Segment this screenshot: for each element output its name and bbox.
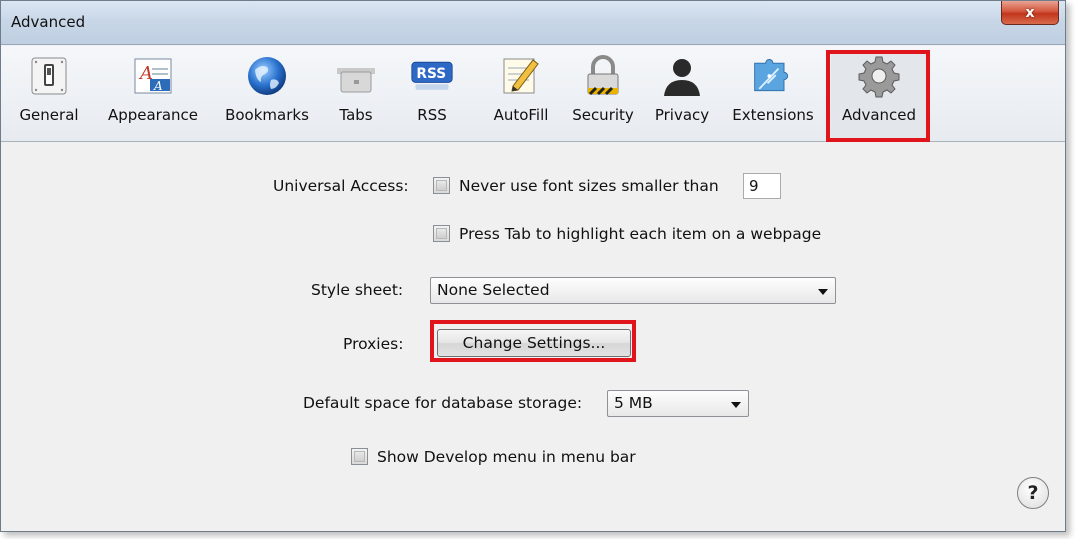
proxies-label: Proxies: [343,335,404,353]
svg-text:RSS: RSS [416,66,446,82]
database-storage-selected-value: 5 MB [614,394,653,412]
tabs-icon [334,54,378,98]
pencil-notepad-icon [499,54,543,98]
tab-privacy[interactable]: Privacy [647,50,717,138]
change-settings-highlight [430,320,636,362]
tab-label: Appearance [107,106,199,124]
tab-bookmarks[interactable]: Bookmarks [215,50,319,138]
rss-icon: RSS [410,54,454,98]
min-font-size-option-label: Never use font sizes smaller than [459,177,719,195]
press-tab-checkbox[interactable] [433,225,450,242]
close-button[interactable]: x [1001,1,1059,25]
tab-label: Bookmarks [225,106,309,124]
tab-label: Extensions [732,106,814,124]
show-develop-menu-checkbox[interactable] [351,448,368,465]
tab-security[interactable]: Security [563,50,643,138]
tab-autofill[interactable]: AutoFill [481,50,561,138]
appearance-font-icon: A A [131,54,175,98]
general-switch-icon [27,54,71,98]
tab-general[interactable]: General [11,50,87,138]
tab-label: Tabs [339,106,373,124]
min-font-size-checkbox[interactable] [433,177,450,194]
style-sheet-label: Style sheet: [311,281,404,299]
svg-text:A: A [153,79,163,93]
style-sheet-selected-value: None Selected [437,281,550,299]
help-button[interactable]: ? [1017,477,1049,509]
chevron-down-icon [818,289,828,295]
database-storage-label: Default space for database storage: [303,394,583,412]
show-develop-menu-label: Show Develop menu in menu bar [377,448,636,466]
advanced-tab-highlight [826,50,930,142]
tab-label: AutoFill [493,106,549,124]
database-storage-select[interactable]: 5 MB [607,390,749,417]
style-sheet-select[interactable]: None Selected [430,277,836,304]
globe-icon [245,54,289,98]
tab-tabs[interactable]: Tabs [327,50,385,138]
tab-rss[interactable]: RSS RSS [403,50,461,138]
tab-label: General [19,106,79,124]
person-silhouette-icon [660,54,704,98]
tab-label: Privacy [654,106,710,124]
chevron-down-icon [731,402,741,408]
tab-appearance[interactable]: A A Appearance [97,50,209,138]
padlock-icon [581,54,625,98]
tab-extensions[interactable]: Extensions [723,50,823,138]
window-title: Advanced [11,13,86,31]
puzzle-compass-icon [751,54,795,98]
universal-access-label: Universal Access: [273,177,409,195]
min-font-size-field[interactable]: 9 [743,173,781,199]
tab-label: Security [572,106,634,124]
title-bar[interactable]: Advanced x [1,1,1065,45]
tab-label: RSS [417,106,447,124]
press-tab-option-label: Press Tab to highlight each item on a we… [459,225,822,243]
